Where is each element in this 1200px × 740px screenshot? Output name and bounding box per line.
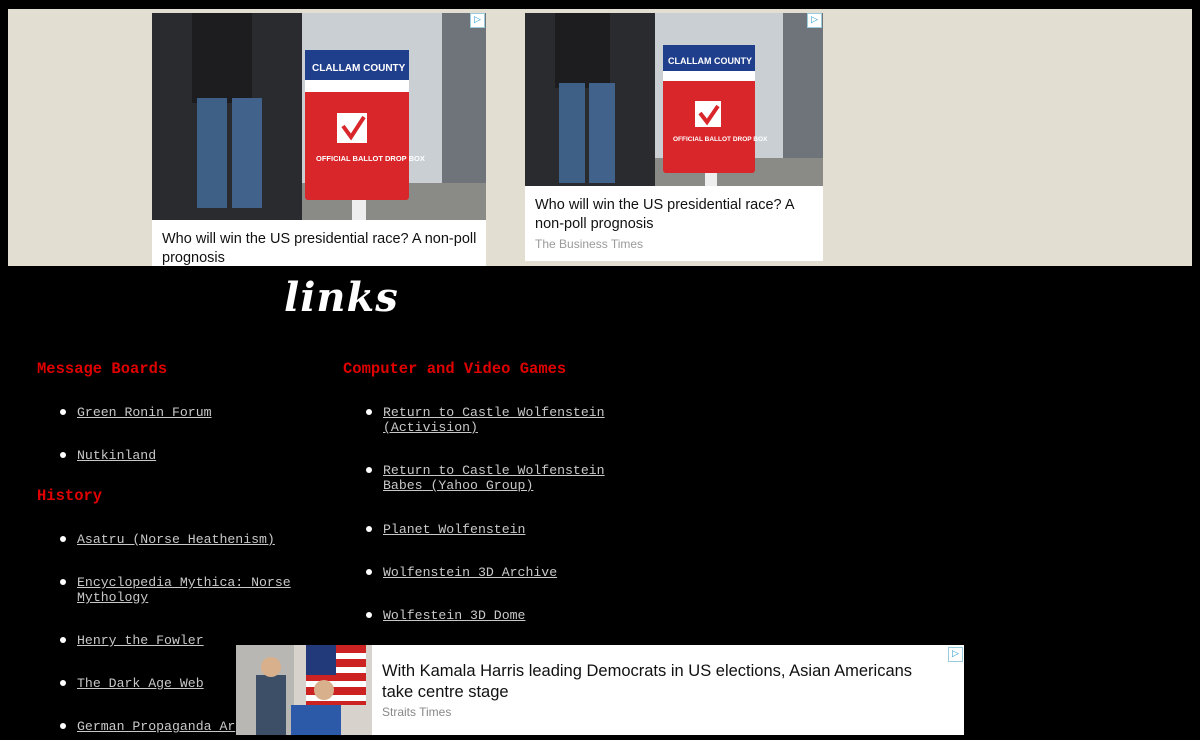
link-henry-the-fowler[interactable]: Henry the Fowler	[77, 633, 204, 648]
link-encyclopedia-mythica[interactable]: Encyclopedia Mythica: Norse Mythology	[77, 575, 307, 605]
section-heading-games: Computer and Video Games	[343, 360, 567, 378]
link-planet-wolfenstein[interactable]: Planet Wolfenstein	[383, 522, 525, 537]
ballot-drop-box-photo: CLALLAM COUNTY OFFICIAL BALLOT DROP BOX	[152, 13, 486, 220]
box-county-text: CLALLAM COUNTY	[668, 56, 752, 66]
page-title: links	[284, 274, 399, 321]
ad-caption[interactable]: Who will win the US presidential race? A…	[162, 230, 478, 266]
box-label-text: OFFICIAL BALLOT DROP BOX	[673, 136, 768, 143]
ad-card-1[interactable]: CLALLAM COUNTY OFFICIAL BALLOT DROP BOX …	[152, 13, 486, 266]
link-nutkinland[interactable]: Nutkinland	[77, 448, 156, 463]
bullet	[366, 409, 372, 415]
link-wolfenstein-3d-archive[interactable]: Wolfenstein 3D Archive	[383, 565, 557, 580]
ad-caption[interactable]: With Kamala Harris leading Democrats in …	[382, 661, 942, 703]
ad-caption[interactable]: Who will win the US presidential race? A…	[535, 196, 815, 234]
adchoices-icon[interactable]: ▷	[948, 647, 963, 662]
bullet	[366, 467, 372, 473]
bottom-ad[interactable]: With Kamala Harris leading Democrats in …	[236, 645, 964, 735]
ballot-drop-box-photo: CLALLAM COUNTY OFFICIAL BALLOT DROP BOX	[525, 13, 823, 186]
bullet	[60, 579, 66, 585]
bullet	[366, 612, 372, 618]
bullet	[60, 536, 66, 542]
adchoices-icon[interactable]: ▷	[470, 13, 485, 28]
link-rtcw-babes[interactable]: Return to Castle Wolfenstein Babes (Yaho…	[383, 463, 623, 493]
link-rtcw-activision[interactable]: Return to Castle Wolfenstein (Activision…	[383, 405, 623, 435]
bullet	[60, 637, 66, 643]
link-asatru[interactable]: Asatru (Norse Heathenism)	[77, 532, 275, 547]
adchoices-icon[interactable]: ▷	[807, 13, 822, 28]
section-heading-history: History	[37, 487, 103, 505]
news-photo	[236, 645, 372, 735]
box-county-text: CLALLAM COUNTY	[312, 63, 406, 74]
ad-source[interactable]: Straits Times	[382, 705, 451, 719]
bullet	[60, 452, 66, 458]
box-label-text: OFFICIAL BALLOT DROP BOX	[316, 154, 425, 163]
link-green-ronin-forum[interactable]: Green Ronin Forum	[77, 405, 212, 420]
bullet	[366, 526, 372, 532]
section-heading-message-boards: Message Boards	[37, 360, 168, 378]
bullet	[60, 723, 66, 729]
link-german-propaganda[interactable]: German Propaganda Ar	[77, 719, 235, 734]
bullet	[60, 680, 66, 686]
ad-source[interactable]: The Business Times	[535, 237, 643, 251]
link-dark-age-web[interactable]: The Dark Age Web	[77, 676, 204, 691]
link-wolfenstein-3d-dome[interactable]: Wolfestein 3D Dome	[383, 608, 525, 623]
bullet	[60, 409, 66, 415]
ad-card-2[interactable]: CLALLAM COUNTY OFFICIAL BALLOT DROP BOX …	[525, 13, 823, 261]
bullet	[366, 569, 372, 575]
